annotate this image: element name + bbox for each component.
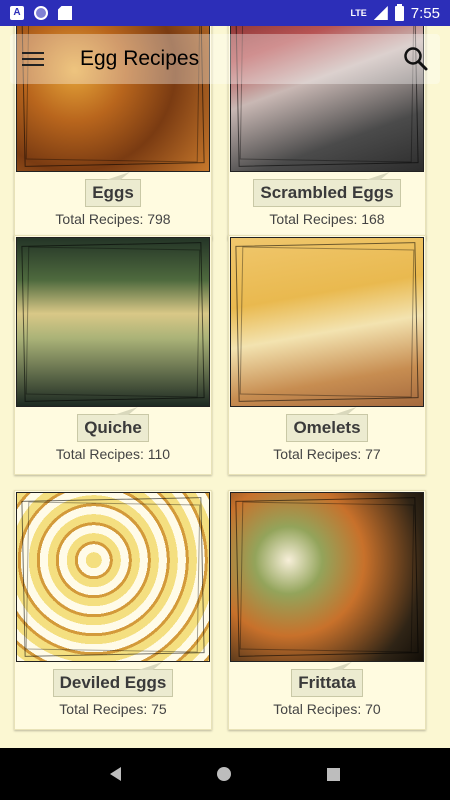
category-card-omelets[interactable]: Omelets Total Recipes: 77 xyxy=(228,235,426,475)
quiche-photo xyxy=(16,237,210,407)
status-bar: A LTE 7:55 xyxy=(0,0,450,26)
battery-icon xyxy=(394,3,404,21)
sd-card-icon xyxy=(58,6,72,20)
category-label: Deviled Eggs xyxy=(52,669,174,697)
page-title: Egg Recipes xyxy=(80,47,200,70)
recipe-count: Total Recipes: 70 xyxy=(273,701,381,717)
sync-notification-icon xyxy=(34,6,48,20)
category-grid[interactable]: Eggs Total Recipes: 798 Scrambled Eggs T… xyxy=(0,26,450,748)
category-label: Quiche xyxy=(77,414,149,442)
search-icon xyxy=(404,47,428,71)
menu-button[interactable] xyxy=(10,34,56,84)
app-notification-icon: A xyxy=(10,6,24,20)
recent-apps-icon[interactable] xyxy=(327,767,340,781)
recipe-count: Total Recipes: 77 xyxy=(273,446,381,462)
category-card-deviled-eggs[interactable]: Deviled Eggs Total Recipes: 75 xyxy=(14,490,212,730)
clock: 7:55 xyxy=(410,4,440,22)
recipe-count: Total Recipes: 110 xyxy=(55,446,171,462)
back-icon[interactable] xyxy=(110,767,121,781)
app-bar: Egg Recipes xyxy=(10,34,440,84)
search-button[interactable] xyxy=(392,34,440,84)
recipe-count: Total Recipes: 168 xyxy=(269,211,385,227)
network-type: LTE xyxy=(350,8,367,18)
recipe-count: Total Recipes: 798 xyxy=(55,211,171,227)
recipe-count: Total Recipes: 75 xyxy=(59,701,167,717)
category-label: Eggs xyxy=(85,179,141,207)
category-label: Omelets xyxy=(286,414,368,442)
frittata-photo xyxy=(230,492,424,662)
omelets-photo xyxy=(230,237,424,407)
home-icon[interactable] xyxy=(217,767,231,781)
system-nav-bar xyxy=(0,748,450,800)
hamburger-menu-icon xyxy=(22,52,44,66)
category-label: Frittata xyxy=(291,669,363,697)
signal-icon xyxy=(373,6,388,20)
deviled-eggs-photo xyxy=(16,492,210,662)
category-card-quiche[interactable]: Quiche Total Recipes: 110 xyxy=(14,235,212,475)
category-card-frittata[interactable]: Frittata Total Recipes: 70 xyxy=(228,490,426,730)
category-label: Scrambled Eggs xyxy=(253,179,401,207)
